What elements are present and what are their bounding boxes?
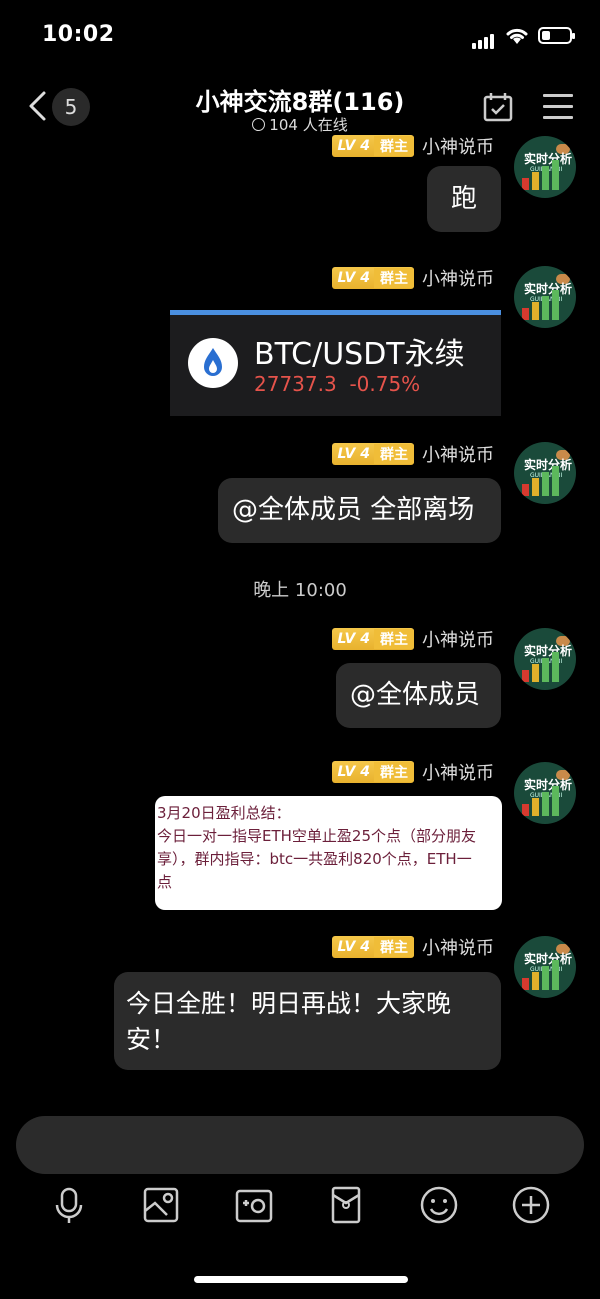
message-sender: LV 4 群主 小神说币 xyxy=(331,441,494,467)
level-badge: LV 4 群主 xyxy=(331,761,414,783)
level-badge: LV 4 群主 xyxy=(331,135,414,157)
message-bubble[interactable]: 跑 xyxy=(427,166,501,232)
red-packet-icon[interactable] xyxy=(326,1185,366,1225)
market-card[interactable]: BTC/USDT永续 27737.3 -0.75% xyxy=(170,310,501,416)
message-bubble[interactable]: @全体成员 xyxy=(336,663,501,728)
message-sender: LV 4 群主 小神说币 xyxy=(331,133,494,159)
message-line: 安！ xyxy=(126,1025,177,1054)
message-sender: LV 4 群主 小神说币 xyxy=(331,626,494,652)
message-sender: LV 4 群主 小神说币 xyxy=(331,934,494,960)
image-text-line: 点 xyxy=(157,873,173,891)
battery-icon xyxy=(538,27,575,44)
message-bubble[interactable]: @全体成员 全部离场 xyxy=(218,478,501,543)
calendar-check-icon[interactable] xyxy=(482,91,514,123)
online-count-label: 104 人在线 xyxy=(269,116,348,134)
image-text-line: 享），群内指导：btc一共盈利820个点，ETH一 xyxy=(157,850,472,868)
avatar[interactable]: 实时分析GUILIAN BI xyxy=(514,136,576,198)
image-icon[interactable] xyxy=(141,1185,181,1225)
chevron-down-circle-icon xyxy=(252,118,266,131)
avatar[interactable]: 实时分析GUILIAN BI xyxy=(514,266,576,328)
microphone-icon[interactable] xyxy=(49,1185,89,1225)
level-badge: LV 4 群主 xyxy=(331,443,414,465)
plus-icon[interactable] xyxy=(511,1185,551,1225)
message-input[interactable] xyxy=(16,1116,584,1174)
sender-name: 小神说币 xyxy=(422,938,494,959)
avatar[interactable]: 实时分析GUILIAN BI xyxy=(514,762,576,824)
level-badge: LV 4 群主 xyxy=(331,628,414,650)
level-badge: LV 4 群主 xyxy=(331,936,414,958)
image-text-line: 今日一对一指导ETH空单止盈25个点（部分朋友 xyxy=(157,827,477,845)
sender-name: 小神说币 xyxy=(422,445,494,466)
sender-name: 小神说币 xyxy=(422,630,494,651)
avatar[interactable]: 实时分析GUILIAN BI xyxy=(514,442,576,504)
card-title: BTC/USDT永续 xyxy=(254,337,465,372)
level-badge: LV 4 群主 xyxy=(331,267,414,289)
image-message[interactable]: 3月20日盈利总结： 今日一对一指导ETH空单止盈25个点（部分朋友 享），群内… xyxy=(155,796,502,910)
menu-icon[interactable] xyxy=(543,94,573,127)
message-bubble[interactable]: 今日全胜！明日再战！大家晚 安！ xyxy=(114,972,501,1070)
camera-icon[interactable] xyxy=(234,1185,274,1225)
card-price: 27737.3 -0.75% xyxy=(254,372,421,396)
sender-name: 小神说币 xyxy=(422,137,494,158)
message-sender: LV 4 群主 小神说币 xyxy=(331,759,494,785)
avatar[interactable]: 实时分析GUILIAN BI xyxy=(514,936,576,998)
emoji-icon[interactable] xyxy=(419,1185,459,1225)
status-time: 10:02 xyxy=(42,22,115,47)
message-line: 今日全胜！明日再战！大家晚 xyxy=(126,989,452,1018)
sender-name: 小神说币 xyxy=(422,269,494,290)
avatar[interactable]: 实时分析GUILIAN BI xyxy=(514,628,576,690)
cellular-signal-icon xyxy=(472,30,496,49)
exchange-logo-icon xyxy=(188,338,238,388)
image-text-line: 3月20日盈利总结： xyxy=(157,804,291,822)
sender-name: 小神说币 xyxy=(422,763,494,784)
timestamp: 晚上 10:00 xyxy=(253,580,347,601)
home-indicator[interactable] xyxy=(194,1276,408,1283)
wifi-icon xyxy=(506,28,528,44)
message-sender: LV 4 群主 小神说币 xyxy=(331,265,494,291)
